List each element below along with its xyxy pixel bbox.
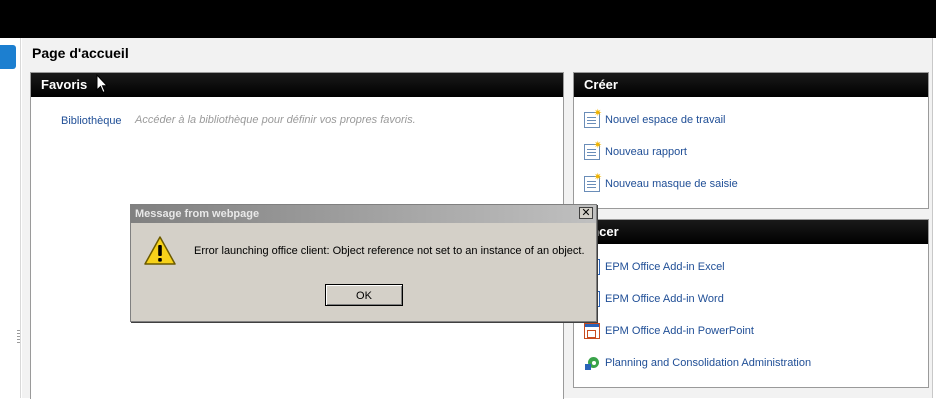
create-input-form-link[interactable]: ✷ Nouveau masque de saisie bbox=[584, 173, 738, 193]
launch-planning-link[interactable]: Planning and Consolidation Administratio… bbox=[584, 354, 811, 372]
launch-excel-link[interactable]: EPM Office Add-in Excel bbox=[584, 258, 725, 276]
launch-excel-label: EPM Office Add-in Excel bbox=[605, 261, 725, 273]
dialog-message: Error launching office client: Object re… bbox=[194, 245, 585, 257]
ok-button[interactable]: OK bbox=[325, 284, 403, 306]
warning-icon bbox=[144, 236, 176, 265]
new-input-form-icon: ✷ bbox=[584, 173, 602, 192]
launch-powerpoint-label: EPM Office Add-in PowerPoint bbox=[605, 325, 754, 337]
create-report-label: Nouveau rapport bbox=[605, 146, 687, 158]
splitter-handle[interactable] bbox=[17, 330, 20, 344]
favorites-header: Favoris bbox=[31, 73, 563, 97]
new-workspace-icon: ✷ bbox=[584, 109, 602, 128]
left-navigation-strip bbox=[0, 38, 21, 398]
launch-planning-label: Planning and Consolidation Administratio… bbox=[605, 357, 812, 369]
launch-powerpoint-link[interactable]: EPM Office Add-in PowerPoint bbox=[584, 322, 754, 340]
new-report-icon: ✷ bbox=[584, 141, 602, 160]
launch-header: ancer bbox=[574, 220, 928, 244]
create-workspace-label: Nouvel espace de travail bbox=[605, 114, 726, 126]
launch-word-link[interactable]: EPM Office Add-in Word bbox=[584, 290, 724, 308]
message-dialog: Message from webpage ✕ Error launching o… bbox=[130, 204, 597, 322]
create-header: Créer bbox=[574, 73, 928, 97]
library-hint: Accéder à la bibliothèque pour définir v… bbox=[135, 114, 416, 126]
mouse-pointer-icon bbox=[96, 74, 108, 94]
left-nav-tab[interactable] bbox=[0, 45, 16, 69]
create-input-form-label: Nouveau masque de saisie bbox=[605, 178, 738, 190]
dialog-title: Message from webpage bbox=[131, 205, 596, 223]
create-report-link[interactable]: ✷ Nouveau rapport bbox=[584, 141, 687, 161]
library-link[interactable]: Bibliothèque bbox=[61, 115, 122, 127]
launch-word-label: EPM Office Add-in Word bbox=[605, 293, 724, 305]
close-icon[interactable]: ✕ bbox=[579, 207, 593, 219]
top-bar bbox=[0, 0, 936, 38]
launch-panel: ancer EPM Office Add-in Excel EPM Office… bbox=[573, 219, 929, 388]
planning-icon bbox=[584, 355, 600, 371]
create-workspace-link[interactable]: ✷ Nouvel espace de travail bbox=[584, 109, 726, 129]
create-panel: Créer ✷ Nouvel espace de travail ✷ Nouve… bbox=[573, 72, 929, 209]
right-edge bbox=[932, 38, 936, 398]
page-title: Page d'accueil bbox=[32, 45, 129, 61]
powerpoint-icon bbox=[584, 323, 600, 339]
